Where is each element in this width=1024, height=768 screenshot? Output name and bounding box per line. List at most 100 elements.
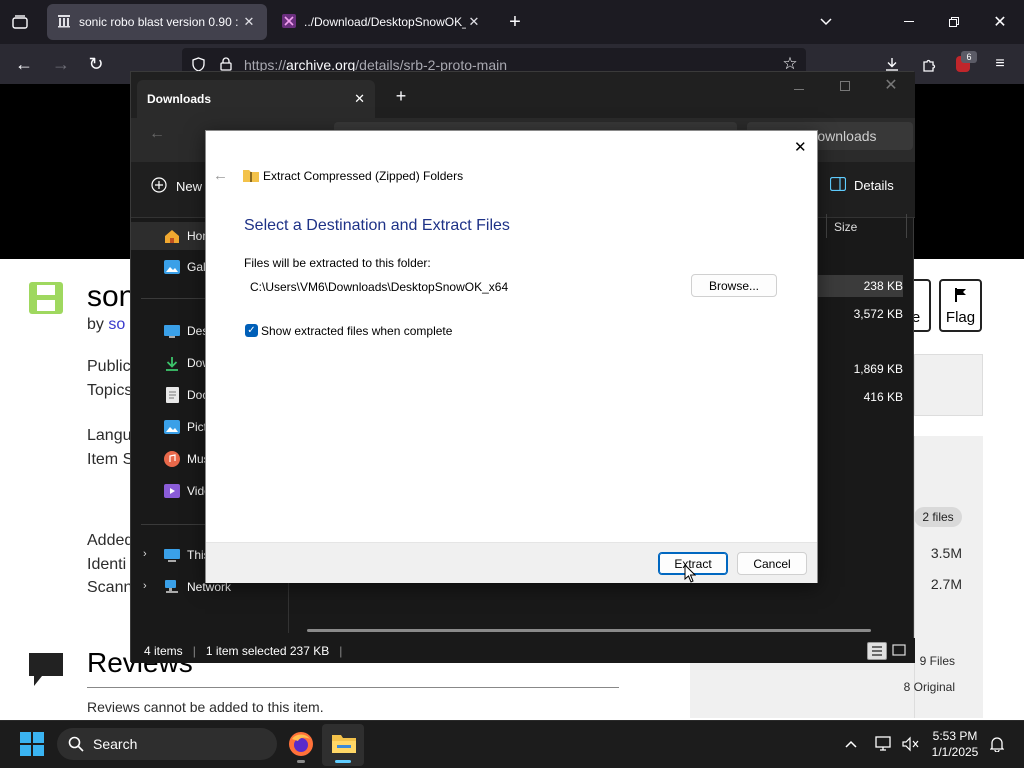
reviews-speech-bubble-icon (28, 652, 64, 686)
close-tab-icon[interactable]: ✕ (241, 14, 257, 30)
extract-dialog: ✕ ← Extract Compressed (Zipped) Folders … (205, 130, 818, 583)
nav-label: Pict (187, 420, 208, 434)
tab-overview-icon[interactable] (8, 12, 32, 32)
minimize-icon[interactable] (791, 82, 807, 98)
tab-title: ../Download/DesktopSnowOK_ (304, 15, 466, 29)
status-separator: | (192, 643, 196, 658)
clock-date: 1/1/2025 (931, 745, 979, 759)
network-icon (163, 579, 181, 595)
gallery-icon (163, 259, 181, 275)
file-size: 416 KB (863, 390, 903, 404)
file-size: 2.7M (930, 576, 962, 592)
videos-icon (163, 483, 181, 499)
archive-favicon-icon (57, 14, 71, 31)
meta-line: Public (87, 358, 131, 375)
tiles-view-icon[interactable] (891, 642, 909, 660)
show-files-checkbox[interactable]: ✓ (245, 324, 258, 337)
close-tab-icon[interactable]: ✕ (354, 91, 365, 107)
folder-icon (331, 731, 357, 758)
status-selection: 1 item selected 237 KB (205, 643, 330, 658)
status-item-count: 4 items (144, 643, 183, 658)
author-link[interactable]: so (108, 316, 125, 333)
windows-start-icon[interactable] (20, 732, 44, 759)
computer-icon (163, 547, 181, 563)
column-divider[interactable] (906, 214, 907, 238)
flag-icon (954, 287, 968, 307)
folder-label: Files will be extracted to this folder: (244, 256, 431, 270)
file-size: 1,869 KB (853, 362, 903, 376)
by-label: by so (87, 316, 125, 334)
original-count[interactable]: 8 Original (880, 680, 955, 694)
taskbar-clock[interactable]: 5:53 PM 1/1/2025 (920, 728, 990, 760)
status-separator: | (339, 643, 343, 658)
explorer-tab-title: Downloads (147, 92, 212, 106)
explorer-tab-downloads[interactable]: Downloads ✕ (137, 80, 375, 118)
clock-time: 5:53 PM (932, 729, 978, 743)
file-size: 3,572 KB (853, 307, 903, 321)
minimize-icon[interactable] (900, 12, 918, 32)
new-tab-icon[interactable]: + (504, 11, 526, 33)
side-panel (914, 354, 983, 416)
restore-icon[interactable] (945, 12, 963, 32)
files-count-badge[interactable]: 2 files (914, 507, 962, 527)
browser-tab-download[interactable]: ../Download/DesktopSnowOK_ ✕ (272, 4, 492, 40)
mouse-cursor-icon (684, 563, 697, 586)
home-icon (163, 228, 181, 244)
dialog-close-icon[interactable]: ✕ (794, 138, 810, 156)
zip-folder-icon (242, 168, 260, 186)
forward-arrow-icon[interactable]: → (51, 54, 71, 74)
dialog-window-title: Extract Compressed (Zipped) Folders (263, 169, 464, 183)
horizontal-scrollbar[interactable] (307, 629, 871, 632)
notification-bell-icon[interactable] (987, 735, 1007, 753)
dialog-heading: Select a Destination and Extract Files (244, 217, 510, 234)
download-arrow-icon (163, 355, 181, 371)
cancel-button[interactable]: Cancel (737, 552, 807, 575)
close-window-icon[interactable]: ✕ (991, 12, 1009, 32)
desktop-icon (163, 323, 181, 339)
details-label: Details (854, 178, 894, 193)
new-button[interactable]: New (151, 177, 202, 196)
flag-button[interactable]: Flag (939, 279, 982, 332)
tab-title: sonic robo blast version 0.90 : s (79, 15, 241, 29)
plus-circle-icon (151, 177, 167, 196)
document-icon (163, 387, 181, 403)
details-pane-icon (829, 176, 847, 194)
software-floppy-icon (29, 282, 63, 314)
reload-icon[interactable]: ↻ (86, 54, 106, 74)
music-icon (163, 451, 181, 467)
dialog-back-arrow-icon[interactable]: ← (213, 167, 228, 184)
column-divider[interactable] (826, 214, 827, 238)
maximize-icon[interactable] (837, 78, 853, 94)
meta-line: Langu (87, 427, 132, 444)
network-status-icon[interactable] (873, 735, 893, 753)
close-tab-icon[interactable]: ✕ (466, 14, 482, 30)
back-arrow-icon[interactable]: ← (147, 124, 167, 144)
browse-button[interactable]: Browse... (691, 274, 777, 297)
new-label: New (176, 179, 203, 194)
volume-muted-icon[interactable] (900, 735, 920, 753)
explorer-status-bar: 4 items | 1 item selected 237 KB | (131, 638, 915, 663)
file-size: 3.5M (930, 545, 962, 561)
flag-label: Flag (945, 309, 976, 326)
taskbar-search-box[interactable]: Search (57, 728, 277, 760)
extensions-puzzle-icon[interactable] (919, 55, 939, 73)
download-favicon-icon (282, 13, 296, 31)
list-tabs-chevron-down-icon[interactable] (816, 12, 836, 32)
show-hidden-icons-chevron-up-icon[interactable] (842, 735, 860, 753)
size-column-header[interactable]: Size (834, 220, 857, 234)
details-view-icon[interactable] (867, 642, 887, 660)
back-arrow-icon[interactable]: ← (14, 54, 34, 74)
extensions-badge: 6 (961, 51, 977, 63)
close-window-icon[interactable]: ✕ (883, 76, 899, 94)
new-tab-icon[interactable]: + (393, 86, 409, 106)
show-files-checkbox-label[interactable]: Show extracted files when complete (261, 324, 452, 338)
destination-path-input[interactable]: C:\Users\VM6\Downloads\DesktopSnowOK_x64 (250, 280, 508, 294)
running-indicator (297, 760, 305, 763)
meta-line: Identi (87, 556, 127, 573)
menu-hamburger-icon[interactable]: ≡ (990, 55, 1010, 73)
firefox-icon[interactable] (288, 731, 314, 760)
browser-tab-archive[interactable]: sonic robo blast version 0.90 : s ✕ (47, 4, 267, 40)
file-size: 238 KB (863, 279, 903, 293)
details-pane-button[interactable]: Details (829, 176, 894, 194)
meta-line: Added (87, 532, 134, 549)
